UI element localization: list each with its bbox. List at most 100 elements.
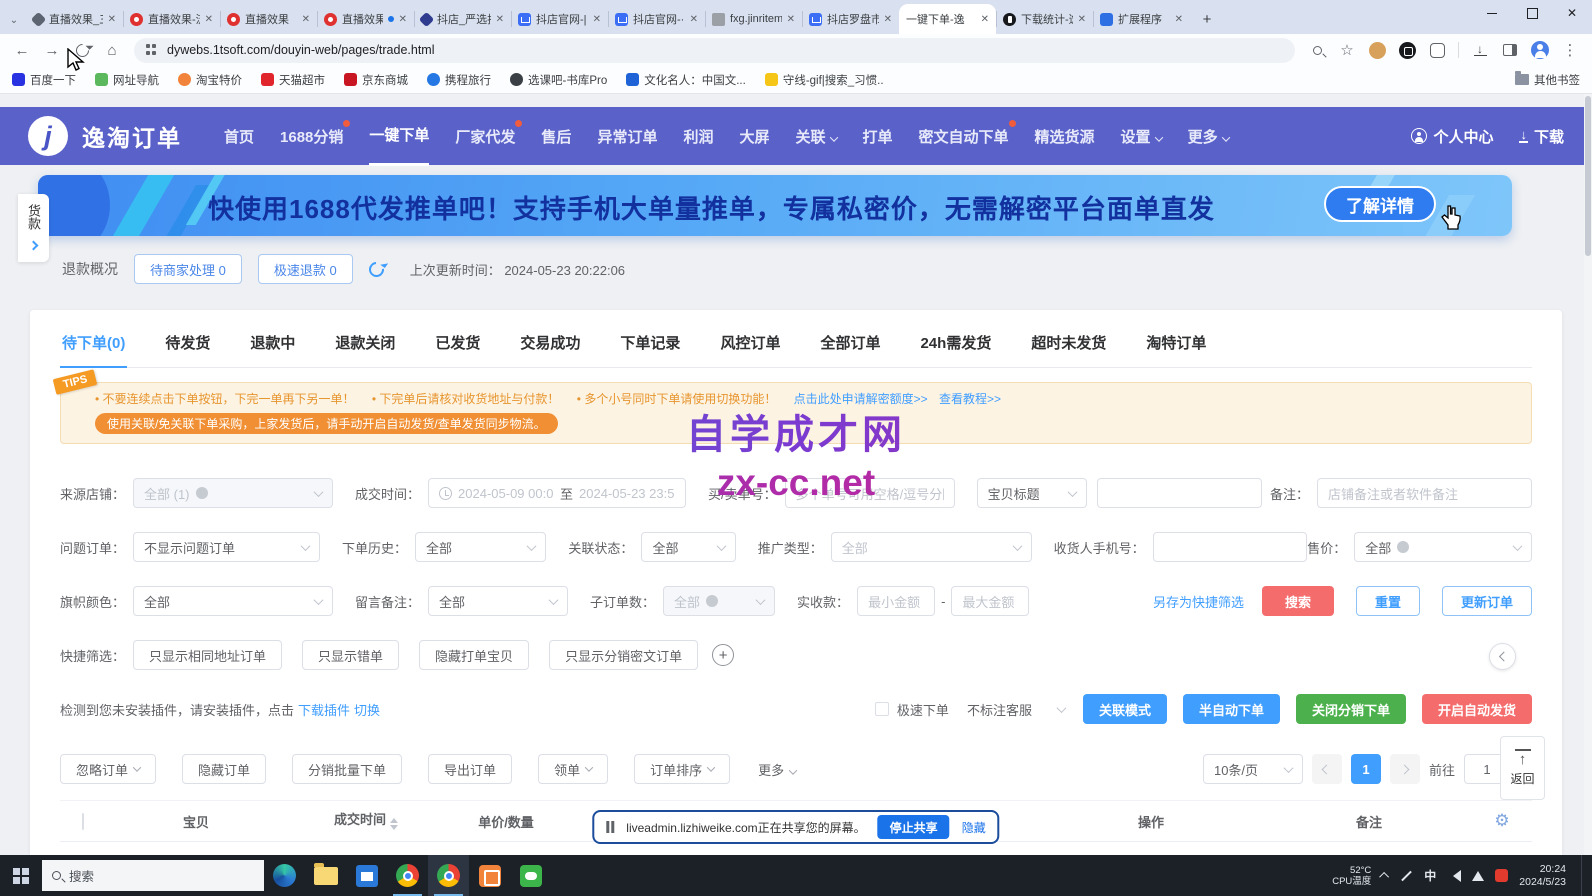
problem-order-select[interactable]: 不显示问题订单 (133, 532, 320, 562)
select-all-checkbox[interactable] (82, 813, 84, 830)
current-page[interactable]: 1 (1351, 754, 1381, 784)
browser-tab[interactable]: fxg.jinritem (705, 4, 802, 34)
show-desktop-button[interactable] (1581, 855, 1586, 896)
tab-refunding[interactable]: 退款中 (248, 324, 297, 367)
tab-24h-ship[interactable]: 24h需发货 (918, 324, 993, 367)
refresh-icon[interactable] (366, 258, 387, 279)
browser-tab[interactable]: 直播效果-流 (123, 4, 220, 34)
order-history-select[interactable]: 全部 (415, 532, 546, 562)
window-minimize-button[interactable] (1472, 0, 1512, 26)
next-page-button[interactable] (1390, 754, 1420, 784)
tab-taote[interactable]: 淘特订单 (1144, 324, 1208, 367)
reset-button[interactable]: 重置 (1356, 586, 1420, 616)
download-plugin-link[interactable]: 下载插件 (298, 700, 350, 719)
personal-center-link[interactable]: 个人中心 (1411, 126, 1493, 147)
bookmark-item[interactable]: 天猫超市 (261, 72, 325, 88)
sort-icon[interactable] (390, 814, 398, 834)
tab-close-icon[interactable] (399, 13, 407, 25)
auto-ship-button[interactable]: 开启自动发货 (1422, 694, 1532, 724)
browser-tab[interactable]: 扩展程序 (1093, 4, 1190, 34)
nav-item-aftersale[interactable]: 售后 (541, 108, 571, 165)
nav-item-sources[interactable]: 精选货源 (1035, 108, 1095, 165)
tab-shipped[interactable]: 已发货 (433, 324, 482, 367)
nav-item-home[interactable]: 首页 (224, 108, 254, 165)
ignore-orders-button[interactable]: 忽略订单 (60, 754, 156, 784)
relation-state-select[interactable]: 全部 (641, 532, 735, 562)
nav-item-profit[interactable]: 利润 (683, 108, 713, 165)
tab-close-icon[interactable] (108, 13, 116, 25)
search-button[interactable]: 搜索 (1262, 586, 1334, 616)
nav-item-more[interactable]: 更多 (1188, 108, 1229, 165)
profile-avatar[interactable] (1526, 36, 1554, 64)
network-icon[interactable] (1472, 871, 1484, 881)
flag-color-select[interactable]: 全部 (133, 586, 333, 616)
other-bookmarks-folder[interactable]: 其他书签 (1515, 72, 1580, 88)
new-tab-button[interactable]: + (1194, 6, 1220, 32)
tab-close-icon[interactable] (1175, 13, 1183, 25)
quick-filter-hide-printed[interactable]: 隐藏打单宝贝 (419, 640, 529, 670)
add-quick-filter-button[interactable]: + (712, 644, 734, 666)
volume-icon[interactable] (1447, 870, 1461, 882)
receiver-phone-input[interactable] (1153, 532, 1308, 562)
browser-tab[interactable]: 直播效果 (220, 4, 317, 34)
col-deal-time[interactable]: 成交时间 (286, 809, 446, 834)
service-mark-select[interactable]: 不标注客服 (957, 694, 1075, 724)
quick-filter-same-address[interactable]: 只显示相同地址订单 (133, 640, 282, 670)
tab-order-history[interactable]: 下单记录 (618, 324, 682, 367)
browser-tab[interactable]: 直播效果 (317, 4, 414, 34)
tab-all-orders[interactable]: 全部订单 (818, 324, 882, 367)
nav-item-abnormal[interactable]: 异常订单 (597, 108, 657, 165)
browser-tab-active[interactable]: 一键下单-逸 (899, 4, 996, 34)
side-panel-icon[interactable] (1496, 36, 1524, 64)
bookmark-item[interactable]: 淘宝特价 (178, 72, 242, 88)
tab-success[interactable]: 交易成功 (518, 324, 582, 367)
page-size-select[interactable]: 10条/页 (1203, 754, 1303, 784)
download-link[interactable]: ↓下载 (1519, 126, 1564, 147)
tray-red-app-icon[interactable] (1495, 869, 1508, 882)
tab-search-chevron-icon[interactable]: ⌄ (2, 6, 26, 34)
bookmark-item[interactable]: 守线-gif|搜索_习惯.. (765, 72, 884, 88)
extension-dark-icon[interactable] (1393, 36, 1421, 64)
tray-expand-chevron-icon[interactable] (1379, 872, 1389, 882)
batch-order-button[interactable]: 分销批量下单 (292, 754, 402, 784)
side-drawer-handle[interactable]: 货款 (18, 194, 49, 262)
nav-item-relation[interactable]: 关联 (795, 108, 836, 165)
tab-close-icon[interactable] (302, 13, 310, 25)
order-no-input[interactable]: 多个单号可用空格/逗号分隔 (785, 478, 955, 508)
bookmark-item[interactable]: 携程旅行 (427, 72, 491, 88)
speed-order-checkbox[interactable] (875, 702, 889, 716)
bookmark-item[interactable]: 文化名人：中国文... (626, 72, 746, 88)
extension-pet-icon[interactable] (1363, 36, 1391, 64)
paid-max-input[interactable]: 最大金额 (951, 586, 1029, 616)
deal-time-range-picker[interactable]: 2024-05-09 00:00 至 2024-05-23 23:59 (428, 478, 686, 508)
paid-min-input[interactable]: 最小金额 (857, 586, 935, 616)
taskbar-edge-icon[interactable] (264, 855, 305, 896)
reload-button[interactable] (68, 36, 96, 64)
taskbar-orange-app-icon[interactable] (469, 855, 510, 896)
tips-link-tutorial[interactable]: 查看教程>> (939, 392, 1001, 406)
scrollbar-thumb[interactable] (1585, 96, 1591, 256)
source-shop-select[interactable]: 全部 (1) (133, 478, 333, 508)
browser-menu-icon[interactable] (1556, 36, 1584, 64)
quick-filter-wrong-orders[interactable]: 只显示错单 (302, 640, 399, 670)
nav-item-cipher-order[interactable]: 密文自动下单 (919, 108, 1009, 165)
column-settings-gear-icon[interactable]: ⚙ (1472, 811, 1532, 831)
nav-item-factory[interactable]: 厂家代发 (455, 108, 515, 165)
save-quick-filter-link[interactable]: 另存为快捷筛选 (1153, 592, 1244, 611)
more-button[interactable]: 更多 (758, 760, 796, 779)
tab-close-icon[interactable] (787, 13, 795, 25)
window-maximize-button[interactable] (1512, 0, 1552, 26)
update-orders-button[interactable]: 更新订单 (1442, 586, 1532, 616)
taskbar-chrome-icon[interactable] (387, 855, 428, 896)
refund-pending-button[interactable]: 待商家处理 0 (134, 254, 242, 284)
address-bar[interactable]: dywebs.1tsoft.com/douyin-web/pages/trade… (134, 38, 1295, 63)
start-button[interactable] (0, 855, 42, 896)
hide-share-bar-link[interactable]: 隐藏 (962, 819, 986, 836)
nav-item-settings[interactable]: 设置 (1121, 108, 1162, 165)
sort-orders-button[interactable]: 订单排序 (634, 754, 730, 784)
tab-overdue[interactable]: 超时未发货 (1029, 324, 1108, 367)
claim-orders-button[interactable]: 领单 (538, 754, 608, 784)
taskbar-store-icon[interactable] (346, 855, 387, 896)
remark-input[interactable]: 店铺备注或者软件备注 (1317, 478, 1532, 508)
browser-tab[interactable]: 抖店官网-· (608, 4, 705, 34)
